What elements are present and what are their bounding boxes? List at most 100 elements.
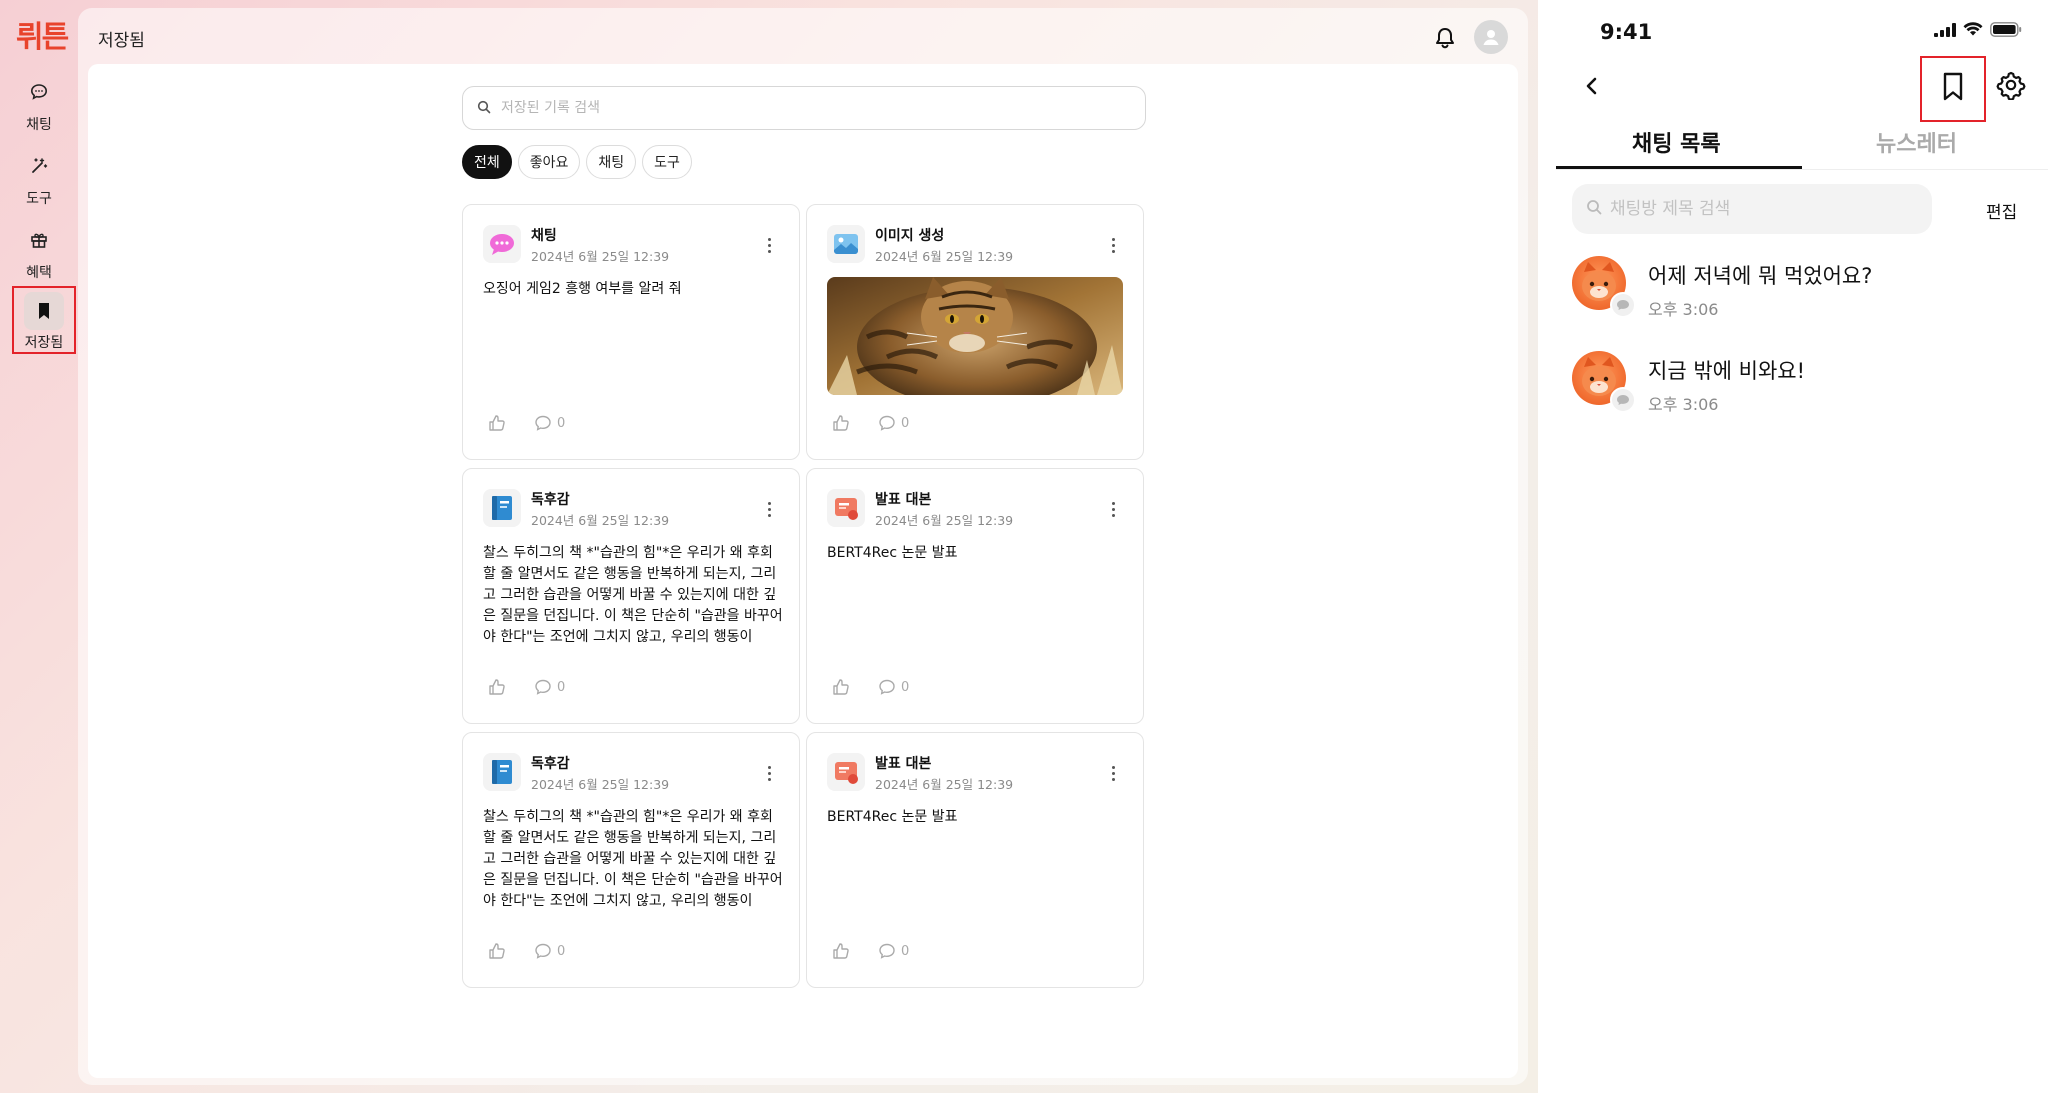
- main-panel: 저장됨 전체 좋아요 채팅 도구: [78, 8, 1528, 1085]
- notification-bell-icon[interactable]: [1432, 25, 1458, 51]
- card-body: 오징어 게임2 흥행 여부를 알려 줘: [483, 281, 682, 297]
- comment-count: 0: [557, 415, 566, 431]
- card-footer: 0: [487, 941, 565, 961]
- page-title: 저장됨: [98, 31, 145, 51]
- card-body: BERT4Rec 논문 발표: [827, 809, 958, 825]
- comment-icon[interactable]: [877, 941, 897, 961]
- saved-card[interactable]: 독후감 2024년 6월 25일 12:39 찰스 두히그의 책 *"습관의 힘…: [462, 732, 800, 988]
- card-title: 발표 대본: [875, 756, 932, 772]
- comment-icon[interactable]: [533, 941, 553, 961]
- rail-label-saved: 저장됨: [24, 335, 64, 351]
- edit-button[interactable]: 편집: [1986, 198, 2017, 223]
- saved-card[interactable]: 채팅 2024년 6월 25일 12:39 오징어 게임2 흥행 여부를 알려 …: [462, 204, 800, 460]
- tab-newsletter[interactable]: 뉴스레터: [1876, 126, 1957, 158]
- card-body: BERT4Rec 논문 발표: [827, 545, 958, 561]
- comment-count: 0: [557, 943, 566, 959]
- card-body: 찰스 두히그의 책 *"습관의 힘"*은 우리가 왜 후회할 줄 알면서도 같은…: [483, 545, 783, 645]
- book-icon: [483, 489, 521, 527]
- card-date: 2024년 6월 25일 12:39: [875, 249, 1014, 264]
- rail-item-benefits[interactable]: 혜택: [10, 220, 68, 284]
- saved-card[interactable]: 발표 대본 2024년 6월 25일 12:39 BERT4Rec 논문 발표 …: [806, 468, 1144, 724]
- chat-bubble-icon: [19, 72, 59, 112]
- filter-chip-all[interactable]: 전체: [462, 145, 512, 179]
- thumbs-up-icon[interactable]: [487, 677, 507, 697]
- thumbs-up-icon[interactable]: [831, 677, 851, 697]
- status-icons: [1934, 22, 2022, 41]
- chatroom-search-input[interactable]: [1610, 199, 1910, 219]
- tab-chat-list[interactable]: 채팅 목록: [1632, 126, 1721, 158]
- comment-count: 0: [901, 415, 910, 431]
- chatroom-search-bar[interactable]: [1572, 184, 1932, 234]
- saved-content: 전체 좋아요 채팅 도구 채팅 2024년 6월 25일 12:39 오징어 게…: [88, 64, 1518, 1078]
- mobile-screen: 9:41 채팅 목록 뉴스레터 편집: [1538, 0, 2048, 1093]
- comment-count: 0: [901, 679, 910, 695]
- signal-icon: [1934, 22, 1956, 41]
- chat-list-item[interactable]: 어제 저녁에 뭐 먹었어요? 오후 3:06: [1572, 256, 2032, 336]
- magic-wand-icon: [19, 146, 59, 186]
- chat-icon: [483, 225, 521, 263]
- chat-title: 어제 저녁에 뭐 먹었어요?: [1648, 264, 1873, 288]
- chat-list-item[interactable]: 지금 밖에 비와요! 오후 3:06: [1572, 351, 2032, 431]
- card-date: 2024년 6월 25일 12:39: [875, 513, 1014, 528]
- filter-chip-chat[interactable]: 채팅: [586, 145, 637, 179]
- more-options-icon[interactable]: [763, 499, 775, 519]
- card-footer: 0: [487, 677, 565, 697]
- rail-item-chat[interactable]: 채팅: [10, 72, 68, 136]
- settings-gear-icon[interactable]: [1996, 70, 2026, 101]
- filter-chip-tools[interactable]: 도구: [642, 145, 692, 179]
- rail-item-tools[interactable]: 도구: [10, 146, 68, 210]
- back-chevron-icon[interactable]: [1580, 74, 1604, 98]
- card-date: 2024년 6월 25일 12:39: [875, 777, 1014, 792]
- bookmark-icon: [24, 292, 64, 330]
- book-icon: [483, 753, 521, 791]
- phone-tabs: 채팅 목록 뉴스레터: [1556, 118, 2048, 170]
- card-title: 이미지 생성: [875, 228, 945, 244]
- more-options-icon[interactable]: [1107, 235, 1119, 255]
- status-time: 9:41: [1600, 20, 1653, 44]
- comment-icon[interactable]: [533, 413, 553, 433]
- user-avatar[interactable]: [1474, 20, 1508, 54]
- card-footer: 0: [487, 413, 565, 433]
- chat-title: 지금 밖에 비와요!: [1648, 359, 1806, 383]
- thumbs-up-icon[interactable]: [487, 941, 507, 961]
- card-footer: 0: [831, 941, 909, 961]
- filter-chips: 전체 좋아요 채팅 도구: [462, 145, 692, 179]
- card-title: 독후감: [531, 492, 570, 508]
- filter-chip-likes[interactable]: 좋아요: [517, 145, 581, 179]
- chat-bubble-badge-icon: [1610, 387, 1636, 413]
- rail-label-chat: 채팅: [26, 117, 52, 133]
- chat-bubble-badge-icon: [1610, 292, 1636, 318]
- thumbs-up-icon[interactable]: [487, 413, 507, 433]
- more-options-icon[interactable]: [1107, 763, 1119, 783]
- card-title: 발표 대본: [875, 492, 932, 508]
- card-date: 2024년 6월 25일 12:39: [531, 513, 670, 528]
- card-footer: 0: [831, 413, 909, 433]
- saved-search-bar[interactable]: [462, 86, 1146, 130]
- saved-search-input[interactable]: [501, 100, 1101, 116]
- rail-item-saved[interactable]: 저장됨: [12, 286, 76, 354]
- thumbs-up-icon[interactable]: [831, 413, 851, 433]
- side-rail: 뤼튼 채팅 도구 혜택 저장됨: [0, 0, 78, 1093]
- rail-label-tools: 도구: [26, 191, 52, 207]
- saved-card[interactable]: 이미지 생성 2024년 6월 25일 12:39 0: [806, 204, 1144, 460]
- generated-cat-image[interactable]: [827, 277, 1123, 395]
- bookmark-icon: [1941, 72, 1965, 106]
- more-options-icon[interactable]: [1107, 499, 1119, 519]
- card-body: 찰스 두히그의 책 *"습관의 힘"*은 우리가 왜 후회할 줄 알면서도 같은…: [483, 809, 783, 909]
- more-options-icon[interactable]: [763, 763, 775, 783]
- card-date: 2024년 6월 25일 12:39: [531, 777, 670, 792]
- more-options-icon[interactable]: [763, 235, 775, 255]
- comment-icon[interactable]: [533, 677, 553, 697]
- comment-icon[interactable]: [877, 413, 897, 433]
- card-footer: 0: [831, 677, 909, 697]
- comment-count: 0: [557, 679, 566, 695]
- app-logo[interactable]: 뤼튼: [16, 12, 69, 56]
- active-tab-indicator: [1556, 166, 1802, 169]
- comment-icon[interactable]: [877, 677, 897, 697]
- thumbs-up-icon[interactable]: [831, 941, 851, 961]
- card-title: 채팅: [531, 228, 557, 244]
- bookmark-button[interactable]: [1920, 56, 1986, 122]
- saved-card[interactable]: 독후감 2024년 6월 25일 12:39 찰스 두히그의 책 *"습관의 힘…: [462, 468, 800, 724]
- rail-label-benefits: 혜택: [26, 265, 52, 281]
- saved-card[interactable]: 발표 대본 2024년 6월 25일 12:39 BERT4Rec 논문 발표 …: [806, 732, 1144, 988]
